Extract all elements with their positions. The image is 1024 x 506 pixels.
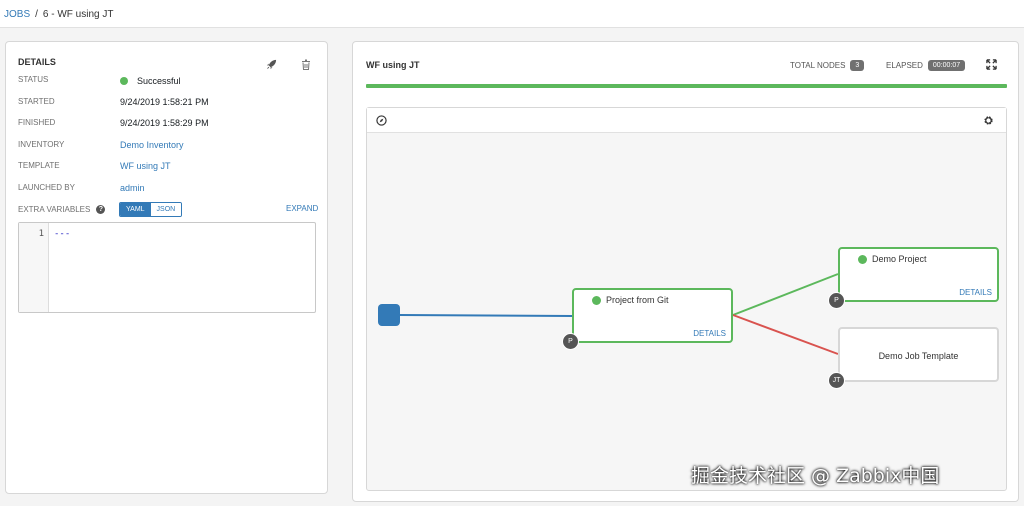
- node-project-from-git[interactable]: Project from Git DETAILS: [572, 288, 733, 343]
- launched-by-label: LAUNCHED BY: [18, 183, 75, 192]
- job-template-badge: JT: [828, 372, 845, 389]
- json-toggle-button[interactable]: JSON: [150, 203, 182, 216]
- node-demo-job-template[interactable]: Demo Job Template: [838, 327, 999, 382]
- breadcrumb-separator: /: [35, 9, 38, 20]
- status-value: Successful: [120, 76, 181, 86]
- watermark-text: 掘金技术社区 @ Zabbix中国: [691, 465, 940, 487]
- inventory-link[interactable]: Demo Inventory: [120, 140, 184, 150]
- extra-variables-editor[interactable]: 1 ---: [18, 222, 316, 313]
- node-success-icon: [858, 254, 867, 264]
- fullscreen-icon[interactable]: [986, 59, 997, 70]
- template-link[interactable]: WF using JT: [120, 161, 171, 171]
- elapsed-label: ELAPSED: [886, 61, 923, 70]
- node-demo-project[interactable]: Demo Project DETAILS: [838, 247, 999, 302]
- node-details-link[interactable]: DETAILS: [959, 288, 992, 297]
- elapsed-badge: 00:00:07: [927, 60, 966, 71]
- workflow-panel: WF using JT TOTAL NODES 3 ELAPSED 00:00:…: [352, 41, 1019, 502]
- editor-gutter: 1: [19, 223, 49, 312]
- node-details-link[interactable]: DETAILS: [693, 329, 726, 338]
- finished-value: 9/24/2019 1:58:29 PM: [120, 118, 209, 128]
- template-label: TEMPLATE: [18, 161, 60, 170]
- inventory-label: INVENTORY: [18, 140, 65, 149]
- breadcrumb-current: 6 - WF using JT: [42, 9, 114, 20]
- node-name: Project from Git: [592, 295, 669, 305]
- details-title: DETAILS: [18, 57, 56, 67]
- details-panel: DETAILS STATUS Successful STARTED 9/24/2…: [5, 41, 328, 494]
- total-nodes-label: TOTAL NODES: [790, 61, 846, 70]
- status-label: STATUS: [18, 75, 49, 84]
- total-nodes-badge: 3: [850, 60, 865, 71]
- line-number: 1: [38, 229, 44, 239]
- status-text: Successful: [137, 76, 181, 86]
- node-label: Project from Git: [606, 295, 669, 305]
- link-success-demo-project: [732, 273, 839, 316]
- elapsed-stat: ELAPSED 00:00:07: [886, 60, 966, 71]
- status-success-icon: [120, 77, 128, 85]
- launched-by-link[interactable]: admin: [120, 183, 145, 193]
- yaml-toggle-button[interactable]: YAML: [120, 203, 151, 216]
- project-badge: P: [828, 292, 845, 309]
- delete-trash-icon[interactable]: [299, 57, 313, 71]
- workflow-graph[interactable]: Project from Git DETAILS P Demo Project …: [366, 107, 1007, 491]
- editor-content[interactable]: ---: [54, 229, 70, 239]
- node-success-icon: [592, 295, 601, 305]
- workflow-progress-bar: [366, 84, 1007, 88]
- total-nodes-stat: TOTAL NODES 3: [790, 60, 865, 71]
- project-badge: P: [562, 333, 579, 350]
- workflow-title: WF using JT: [366, 60, 420, 70]
- expand-link[interactable]: EXPAND: [286, 204, 318, 213]
- top-bar: JOBS / 6 - WF using JT: [0, 0, 1024, 28]
- started-label: STARTED: [18, 97, 55, 106]
- breadcrumb-jobs-link[interactable]: JOBS: [4, 9, 30, 20]
- started-value: 9/24/2019 1:58:21 PM: [120, 97, 209, 107]
- workflow-start-node[interactable]: [378, 304, 400, 326]
- finished-label: FINISHED: [18, 118, 56, 127]
- help-icon[interactable]: ?: [96, 205, 106, 214]
- node-label: Demo Job Template: [878, 351, 959, 361]
- link-start-to-project: [399, 314, 573, 317]
- link-failure-demo-jt: [732, 314, 839, 355]
- extra-variables-text: EXTRA VARIABLES: [18, 205, 91, 214]
- node-label: Demo Project: [872, 254, 927, 264]
- node-name: Demo Project: [858, 254, 927, 264]
- breadcrumb: JOBS / 6 - WF using JT: [4, 9, 113, 20]
- format-toggle: YAML JSON: [119, 202, 183, 217]
- extra-variables-label: EXTRA VARIABLES ?: [18, 205, 106, 214]
- relaunch-rocket-icon[interactable]: [264, 57, 278, 71]
